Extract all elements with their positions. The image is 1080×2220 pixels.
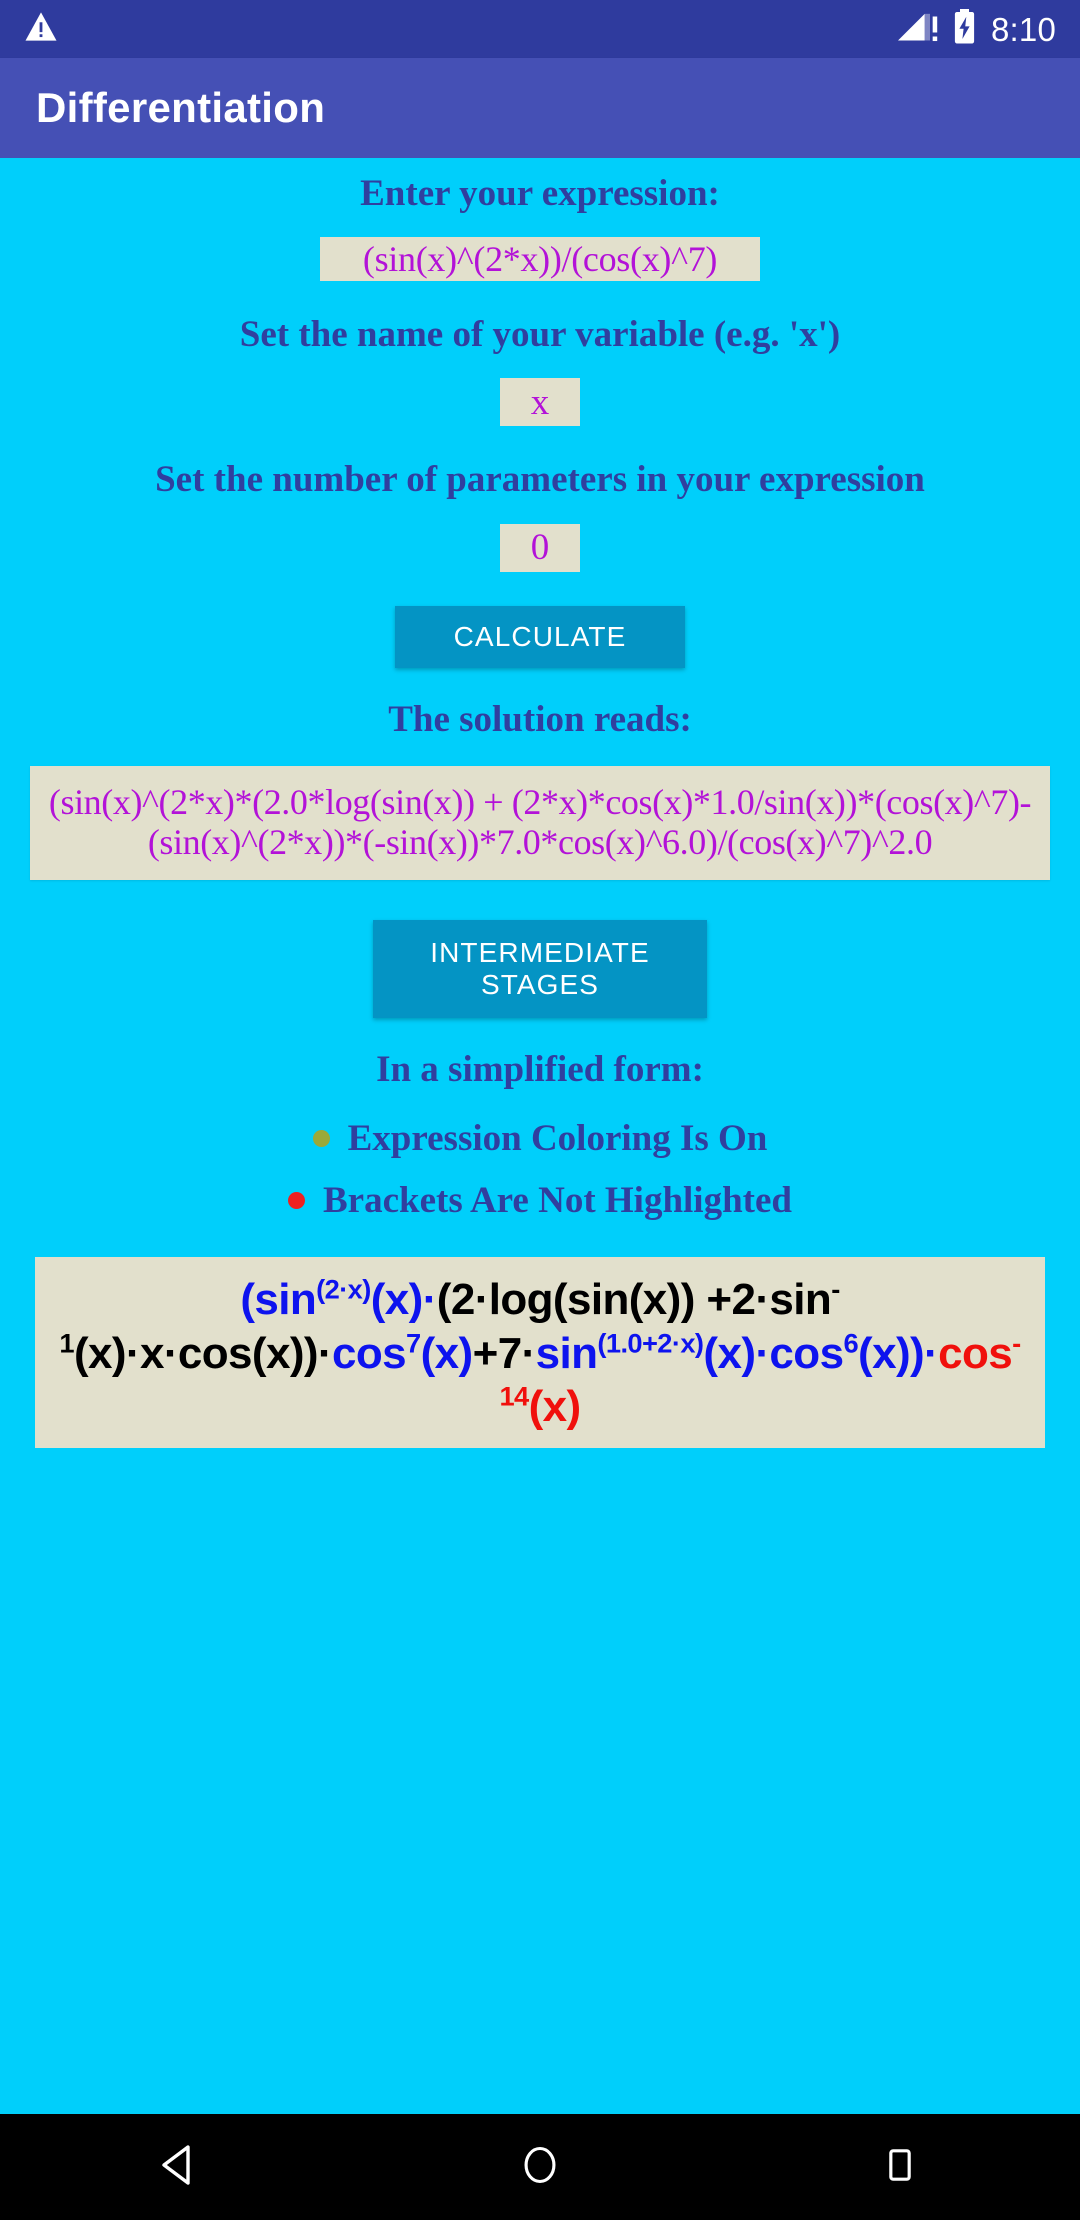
status-bar-left <box>24 11 58 47</box>
warning-triangle-icon <box>24 11 58 47</box>
options-list: Expression Coloring Is On Brackets Are N… <box>0 1120 1080 1219</box>
signal-no-service-icon <box>897 11 938 47</box>
variable-label: Set the name of your variable (e.g. 'x') <box>239 313 841 355</box>
pretty-expression: (sin(2·x)(x)·(2·log(sin(x)) +2·sin-1(x)·… <box>35 1256 1045 1448</box>
recents-square-icon <box>880 2145 920 2190</box>
option-row-brackets[interactable]: Brackets Are Not Highlighted <box>288 1182 792 1219</box>
option-label-brackets: Brackets Are Not Highlighted <box>323 1179 792 1221</box>
recents-button[interactable] <box>840 2114 960 2220</box>
expression-label: Enter your expression: <box>360 173 720 214</box>
back-triangle-icon <box>156 2141 204 2194</box>
android-nav-bar <box>0 2114 1080 2220</box>
status-bar-clock: 8:10 <box>990 10 1056 48</box>
option-label-coloring: Expression Coloring Is On <box>347 1117 768 1159</box>
solution-text: (sin(x)^(2*x)*(2.0*log(sin(x)) + (2*x)*c… <box>30 765 1050 881</box>
bullet-icon <box>312 1129 330 1147</box>
app-title: Differentiation <box>36 84 326 131</box>
back-button[interactable] <box>120 2114 240 2220</box>
parameters-label: Set the number of parameters in your exp… <box>155 459 925 501</box>
expression-input[interactable]: (sin(x)^(2*x))/(cos(x)^7) <box>320 236 760 281</box>
status-bar: 8:10 <box>0 0 1080 58</box>
pretty-expression-content: (sin(2·x)(x)·(2·log(sin(x)) +2·sin-1(x)·… <box>59 1273 1021 1432</box>
home-button[interactable] <box>480 2114 600 2220</box>
battery-charging-icon <box>952 8 977 50</box>
parameters-input[interactable]: 0 <box>500 523 580 572</box>
calculate-button[interactable]: CALCULATE <box>395 605 685 668</box>
option-row-coloring[interactable]: Expression Coloring Is On <box>312 1117 768 1159</box>
bullet-icon <box>288 1191 305 1209</box>
app-bar: Differentiation <box>0 58 1080 158</box>
status-bar-right: 8:10 <box>897 8 1056 50</box>
intermediate-stages-button[interactable]: INTERMEDIATE STAGES <box>373 920 707 1019</box>
main-content: Enter your expression: (sin(x)^(2*x))/(c… <box>0 158 1080 2114</box>
variable-input[interactable]: x <box>500 378 580 427</box>
home-circle-icon <box>518 2143 562 2192</box>
simplified-heading: In a simplified form: <box>376 1049 704 1091</box>
solution-heading: The solution reads: <box>388 698 692 740</box>
phone-screen: 8:10 Differentiation Enter your expressi… <box>0 0 1080 2220</box>
